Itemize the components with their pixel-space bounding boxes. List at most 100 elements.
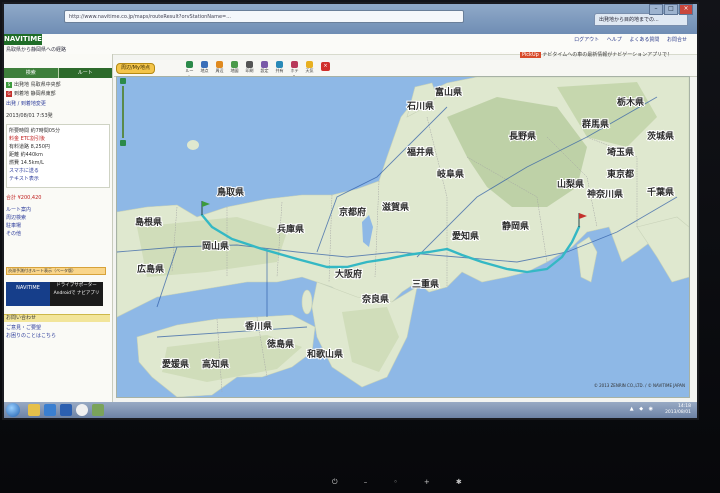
sidebar-tabs: 検索 ルート — [4, 68, 112, 78]
text-view-link[interactable]: テキスト表示 — [9, 175, 113, 182]
stop-button[interactable]: × — [321, 62, 330, 71]
prefecture-label: 三重県 — [412, 278, 439, 290]
prefecture-label: 奈良県 — [361, 293, 389, 305]
prefecture-label: 石川県 — [406, 101, 434, 112]
help-link[interactable]: ヘルプ — [607, 37, 622, 43]
prefecture-label: 徳島県 — [266, 338, 294, 350]
prefecture-label: 香川県 — [244, 320, 272, 332]
feedback-link[interactable]: ご意見・ご要望 — [6, 324, 110, 331]
goal-marker-icon: G — [6, 91, 12, 97]
prefecture-label: 滋賀県 — [382, 201, 409, 213]
map-toolbar: 周辺/My地点 ルート 地点 周辺 地図 印刷 設定 共有 ホテル 天気 × — [114, 60, 697, 79]
prefecture-label: 和歌山県 — [306, 348, 343, 360]
prefecture-label: 兵庫県 — [277, 223, 304, 235]
tool-weather[interactable]: 天気 — [304, 61, 315, 75]
toll-label: 料金 ETC割引後 — [9, 136, 46, 142]
fuel-economy: 燃費 14.5km/L — [9, 160, 44, 166]
toll-value: 有料道路 8,250円 — [9, 144, 50, 150]
tool-hotel[interactable]: ホテル — [289, 61, 300, 79]
drive-banner-title: ドライブサポーター — [56, 283, 97, 288]
app-icon[interactable] — [92, 404, 104, 416]
nearby-search-link[interactable]: 周辺検索 — [6, 214, 110, 221]
prefecture-label: 愛知県 — [452, 230, 479, 242]
send-to-phone-link[interactable]: スマホに送る — [9, 167, 113, 174]
prefecture-label: 岐阜県 — [437, 168, 464, 180]
tool-route[interactable]: ルート — [184, 61, 195, 79]
screen: http://www.navitime.co.jp/maps/routeResu… — [4, 4, 697, 418]
maximize-button[interactable]: □ — [664, 4, 678, 15]
map-canvas[interactable]: 石川県富山県福井県岐阜県 長野県 群馬県栃木県茨城県埼玉県東京都千葉県 神奈川県山梨県… — [117, 77, 689, 397]
zoom-slider[interactable] — [118, 78, 128, 148]
window-controls: – □ × — [649, 4, 693, 15]
monitor-buttons[interactable]: ⏻ – ◦ + ✱ — [332, 478, 474, 487]
prefecture-label: 東京都 — [607, 168, 634, 180]
system-tray[interactable]: ▲ ◆ ◉ — [630, 406, 655, 412]
explorer-icon[interactable] — [28, 404, 40, 416]
pickup-text: ナビタイムへの車の最新情報がナビゲーションアプリで！ — [542, 52, 673, 58]
prefecture-label: 静岡県 — [502, 220, 529, 232]
tool-share[interactable]: 共有 — [274, 61, 285, 75]
drive-supporter-banner[interactable]: ドライブサポーター Androidで ナビアプリ — [50, 282, 103, 306]
nearby-mylist-button[interactable]: 周辺/My地点 — [116, 63, 155, 74]
start-button[interactable] — [6, 403, 20, 417]
prefecture-label: 高知県 — [202, 358, 229, 370]
oki-islands — [187, 140, 199, 150]
prefecture-label: 神奈川県 — [587, 188, 623, 200]
faq-link[interactable]: よくある質問 — [629, 37, 659, 43]
parking-link[interactable]: 駐車場 — [6, 222, 110, 229]
prefecture-label: 愛媛県 — [162, 358, 189, 370]
pickup-badge: PickUp — [520, 52, 541, 58]
pickup-banner[interactable]: PickUp ナビタイムへの車の最新情報がナビゲーションアプリで！ — [520, 51, 672, 58]
other-link[interactable]: その他 — [6, 230, 110, 237]
tool-spot[interactable]: 地点 — [199, 61, 210, 75]
prefecture-label: 栃木県 — [617, 96, 644, 108]
prefecture-label: 大阪府 — [335, 268, 362, 280]
taskbar-clock[interactable]: 14:18 2013/08/01 — [665, 404, 691, 416]
navitime-banner[interactable]: NAVITIME — [6, 282, 50, 306]
photoshop-icon[interactable] — [60, 404, 72, 416]
tool-nearby[interactable]: 周辺 — [214, 61, 225, 75]
awaji-island — [301, 289, 313, 315]
distance: 距離 約440km — [9, 152, 43, 158]
address-bar[interactable]: http://www.navitime.co.jp/maps/routeResu… — [64, 10, 464, 23]
map-copyright: © 2013 ZENRIN CO.,LTD. / © NAVITIME JAPA… — [593, 383, 685, 388]
tool-print[interactable]: 印刷 — [244, 61, 255, 75]
monitor-bezel: http://www.navitime.co.jp/maps/routeResu… — [0, 0, 720, 493]
prefecture-label: 広島県 — [137, 263, 164, 275]
prefecture-label: 千葉県 — [647, 186, 674, 198]
contact-link[interactable]: お問合せ — [667, 37, 687, 43]
tab-route[interactable]: ルート — [57, 68, 112, 78]
support-link[interactable]: お困りのことはこちら — [6, 332, 110, 339]
departure-time: 2013/08/01 7:53発 — [6, 113, 53, 119]
origin-line: S 出発地 鳥取県中央部 — [6, 82, 61, 88]
zoom-out-icon[interactable] — [120, 140, 126, 146]
change-points-link[interactable]: 出発 / 到着地変更 — [6, 100, 110, 107]
route-guide-link[interactable]: ルート案内 — [6, 206, 110, 213]
navitime-logo[interactable]: NAVITIME — [4, 34, 42, 45]
prefecture-label: 鳥取県 — [217, 186, 244, 198]
close-button[interactable]: × — [679, 4, 693, 15]
route-summary-box: 所要時間 約7時間05分 料金 ETC割引後 有料道路 8,250円 距離 約4… — [6, 124, 110, 188]
clock-date: 2013/08/01 — [665, 410, 691, 415]
prefecture-label: 長野県 — [509, 131, 536, 142]
minimize-button[interactable]: – — [649, 4, 663, 15]
browser-chrome: http://www.navitime.co.jp/maps/routeResu… — [4, 4, 697, 34]
prefecture-label: 富山県 — [435, 86, 462, 98]
tool-map[interactable]: 地図 — [229, 61, 240, 75]
prefecture-label: 京都府 — [339, 206, 366, 218]
chrome-icon[interactable] — [76, 404, 88, 416]
prefecture-label: 群馬県 — [581, 118, 609, 130]
route-map[interactable]: 石川県 富山県 福井県 岐阜県 長野県 群馬県 栃木県 茨城県 埼玉県 東京都 千葉県 神奈川県 山梨県… — [116, 76, 690, 398]
inquiry-heading: お問い合わせ — [4, 314, 110, 322]
traffic-forecast-bar[interactable]: 渋滞予測付きルート表示（ベータ版） — [6, 267, 106, 275]
ie-icon[interactable] — [44, 404, 56, 416]
prefecture-label: 福井県 — [406, 146, 434, 158]
prefecture-label: 埼玉県 — [607, 146, 634, 158]
logout-link[interactable]: ログアウト — [574, 37, 599, 43]
tool-settings[interactable]: 設定 — [259, 61, 270, 75]
drive-banner-sub: Androidで ナビアプリ — [53, 291, 100, 296]
tab-search[interactable]: 検索 — [4, 68, 58, 78]
zoom-track[interactable] — [122, 86, 124, 138]
zoom-in-icon[interactable] — [120, 78, 126, 84]
duration: 所要時間 約7時間05分 — [9, 128, 61, 134]
